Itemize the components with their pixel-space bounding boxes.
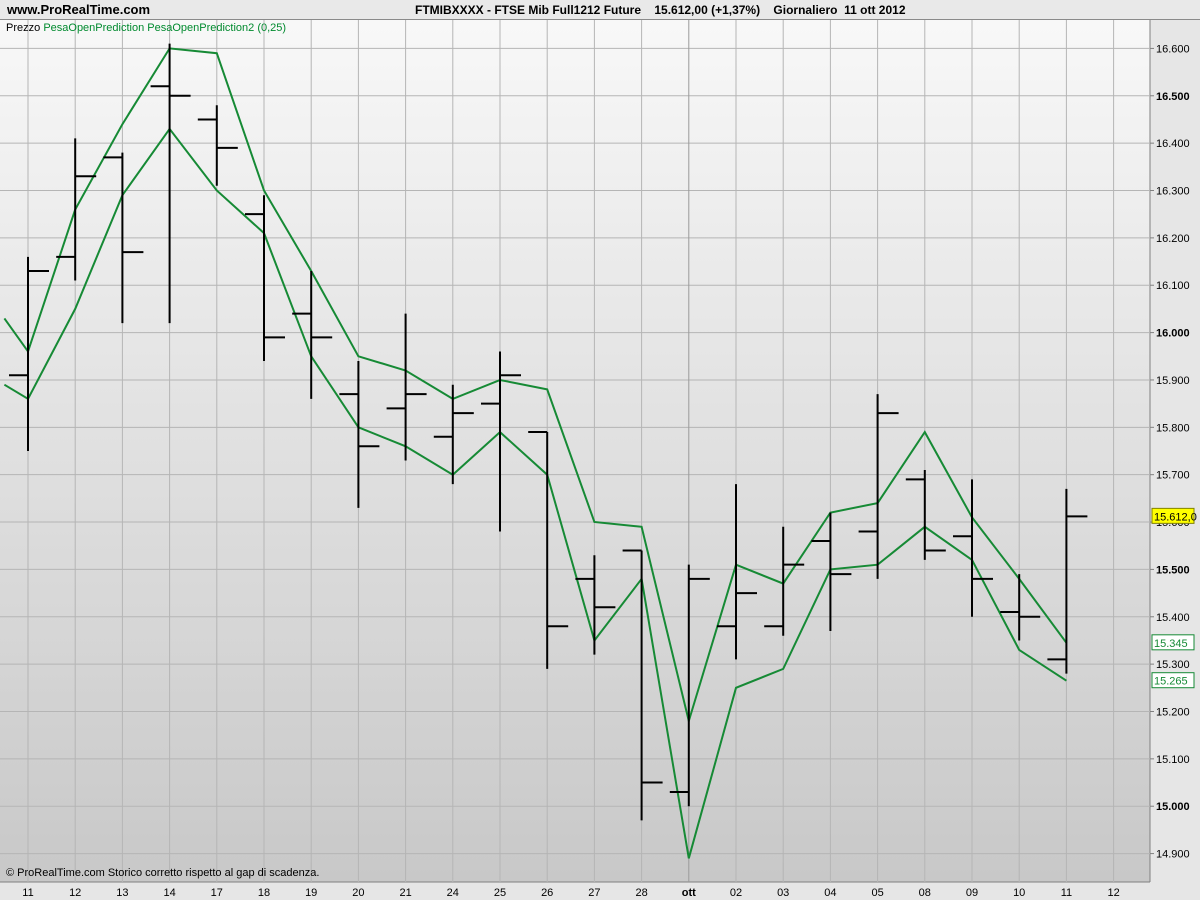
x-tick-label: 27 [588, 887, 600, 899]
x-tick-label: 18 [258, 887, 270, 899]
value-badge-label: 15.265 [1154, 676, 1188, 688]
x-tick-label: 02 [730, 887, 742, 899]
y-tick-label: 15.700 [1156, 470, 1190, 482]
x-tick-label: 11 [1061, 887, 1072, 899]
legend-price: Prezzo [6, 22, 41, 34]
x-tick-label: 13 [116, 887, 128, 899]
y-tick-label: 15.300 [1156, 659, 1190, 671]
x-tick-label: 08 [919, 887, 931, 899]
y-tick-label: 15.500 [1156, 564, 1190, 576]
price-chart[interactable]: 14.900 15.000 15.100 15.200 15.300 15.400 15.5… [0, 0, 1200, 900]
x-tick-label: 20 [352, 887, 364, 899]
x-tick-label: 26 [541, 887, 553, 899]
x-tick-label: 11 [22, 887, 33, 899]
y-tick-label: 16.100 [1156, 280, 1190, 292]
plot-background [0, 20, 1150, 882]
x-tick-label: 09 [966, 887, 978, 899]
x-tick-label: 03 [777, 887, 789, 899]
y-tick-label: 16.600 [1156, 43, 1190, 55]
y-tick-label: 16.400 [1156, 138, 1190, 150]
x-tick-label: 05 [871, 887, 883, 899]
legend-indicators: PesaOpenPrediction PesaOpenPrediction2 (… [43, 22, 287, 34]
x-tick-label: 12 [69, 887, 81, 899]
x-tick-label: 14 [163, 887, 175, 899]
y-tick-label: 16.300 [1156, 186, 1190, 198]
x-tick-label: 28 [635, 887, 647, 899]
chart-window: www.ProRealTime.com FTMIBXXXX - FTSE Mib… [0, 0, 1200, 900]
y-tick-label: 16.200 [1156, 233, 1190, 245]
x-tick-label: 17 [211, 887, 223, 899]
value-badge-label: 15.345 [1154, 638, 1188, 650]
y-tick-label: 15.100 [1156, 754, 1190, 766]
value-badge-label: 15.612,0 [1154, 511, 1197, 523]
x-tick-label: 12 [1107, 887, 1119, 899]
y-tick-label: 16.500 [1156, 91, 1190, 103]
copyright-note: © ProRealTime.com Storico corretto rispe… [6, 867, 320, 879]
x-tick-label: 21 [399, 887, 411, 899]
x-tick-label: 10 [1013, 887, 1025, 899]
y-tick-label: 15.000 [1156, 801, 1190, 813]
y-tick-label: 15.200 [1156, 706, 1190, 718]
x-tick-label: 25 [494, 887, 506, 899]
x-tick-label: 19 [305, 887, 317, 899]
y-tick-label: 15.800 [1156, 422, 1190, 434]
x-tick-label: 24 [447, 887, 459, 899]
legend: Prezzo PesaOpenPrediction PesaOpenPredic… [6, 22, 286, 34]
y-tick-label: 15.900 [1156, 375, 1190, 387]
y-tick-label: 14.900 [1156, 849, 1190, 861]
x-tick-label: 04 [824, 887, 836, 899]
y-tick-label: 16.000 [1156, 328, 1190, 340]
x-tick-label: ott [682, 887, 696, 899]
y-tick-label: 15.400 [1156, 612, 1190, 624]
